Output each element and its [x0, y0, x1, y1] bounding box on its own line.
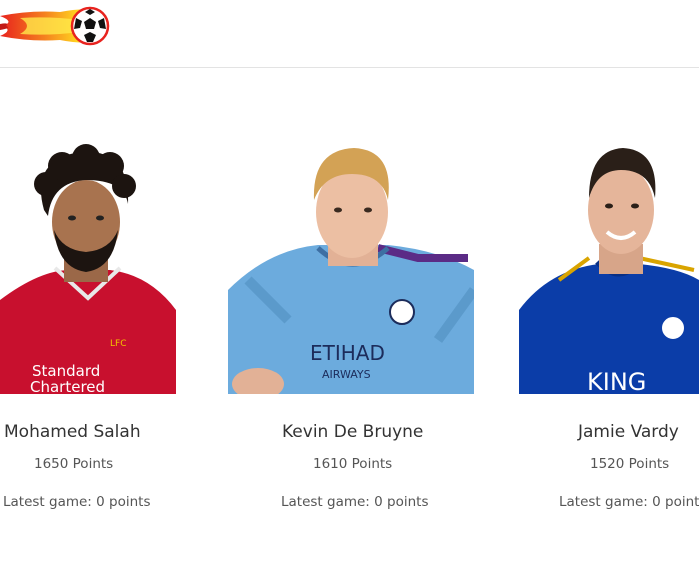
player-points: 1520 Points: [590, 456, 670, 472]
club-badge: [389, 299, 415, 325]
player-photo: KING: [519, 148, 699, 394]
player-name: Mohamed Salah: [4, 422, 141, 442]
club-badge: LFC: [110, 339, 126, 349]
latest-game-points: Latest game: 0 points: [3, 494, 151, 510]
sponsor-text: AIRWAYS: [322, 368, 371, 381]
player-name: Jamie Vardy: [578, 422, 679, 442]
player-photo: ETIHAD AIRWAYS: [228, 148, 474, 394]
latest-game-points: Latest game: 0 points: [559, 494, 699, 510]
player-points: 1650 Points: [34, 456, 114, 472]
flaming-football-icon[interactable]: [0, 4, 116, 48]
player-points: 1610 Points: [313, 456, 393, 472]
sponsor-text: KING: [587, 368, 646, 394]
sponsor-text: ETIHAD: [310, 341, 385, 365]
sponsor-text: Chartered: [30, 378, 105, 394]
player-photo: LFC Standard Chartered: [0, 144, 176, 394]
site-header: [0, 0, 699, 68]
latest-game-points: Latest game: 0 points: [281, 494, 429, 510]
club-badge: [660, 315, 686, 341]
player-name: Kevin De Bruyne: [282, 422, 424, 442]
